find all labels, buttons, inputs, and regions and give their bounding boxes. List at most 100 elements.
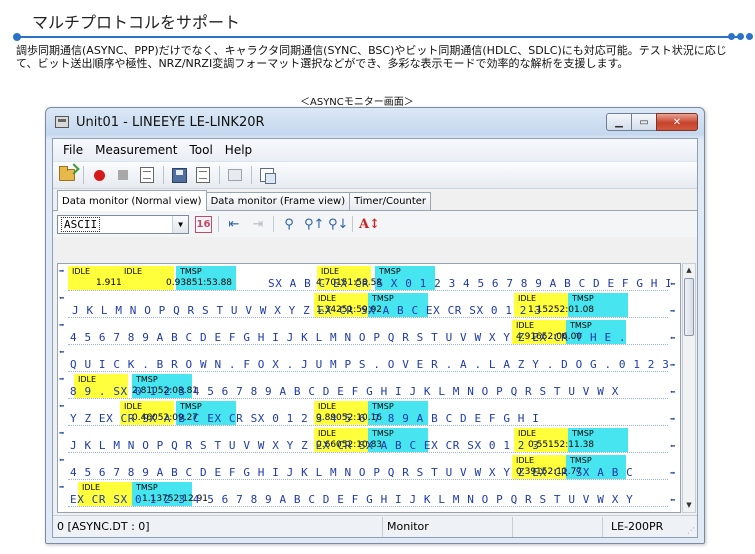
status-model: LE-200PR (611, 519, 664, 533)
toolbar-separator (251, 166, 252, 184)
monitor-row: IDLE TMSP 0.39152:11.77 ⬅ ➡ 4 5 6 7 8 9 A B C… (58, 455, 680, 482)
row-separator (68, 290, 668, 291)
section-title: マルチプロトコルをサポート (32, 13, 241, 32)
monitor-row: IDLE TMSP IDLE TMSP 0.66052:10.83 0.55152:11.… (58, 428, 680, 455)
timing-value: 1.911 (96, 278, 122, 288)
monitor-data-text: 8 9 . SX 0 1 2 3 4 5 6 7 8 9 A B C D E F… (70, 386, 619, 398)
line-end-arrow-icon: ⬅ (670, 388, 676, 398)
menu-measurement[interactable]: Measurement (89, 143, 183, 157)
scroll-thumb[interactable] (684, 278, 694, 336)
heading-rule (16, 36, 738, 38)
row-separator (68, 398, 668, 399)
menu-tool[interactable]: Tool (183, 143, 218, 157)
mark-label: IDLE (78, 375, 97, 384)
grey-window-icon[interactable] (225, 165, 245, 185)
menu-bar: File Measurement Tool Help (53, 139, 697, 161)
mark-label: IDLE (124, 267, 143, 276)
row-separator (68, 452, 668, 453)
line-end-arrow-icon: ➡ (670, 307, 676, 317)
maximize-button[interactable]: ▭ (631, 113, 657, 131)
display-format-select[interactable]: ASCII ▼ (57, 214, 189, 234)
monitor-row: IDLE TMSP 1.13752:12.91 ➡ ⬅ EX CR SX 0 1 2 3 … (58, 482, 680, 509)
client-area: File Measurement Tool Help Data monitor … (52, 138, 698, 538)
line-split-icon[interactable]: ⇤ (225, 217, 243, 232)
status-channel: 0 [ASYNC.DT : 0] (53, 516, 383, 537)
font-size-button[interactable]: A↕ (359, 217, 380, 232)
monitor-data-text: J K L M N O P Q R S T U V W X Y Z EX CR … (70, 440, 540, 452)
toolbar-separator (352, 216, 353, 232)
monitor-data-text: Y Z EX CR SX A B C EX CR SX 0 1 2 3 4 5 … (70, 413, 540, 425)
heading-rule-end-dots (728, 33, 753, 40)
section-heading: マルチプロトコルをサポート (13, 6, 753, 44)
line-end-arrow-icon: ⬅ (670, 442, 676, 452)
monitor-data-text: 4 5 6 7 8 9 A B C D E F G H I J K L M N … (70, 332, 627, 344)
monitor-row: IDLE TMSP IDLE TMSP 0.46052:09.27 0.89052:10.… (58, 401, 680, 428)
line-start-arrow-icon: ⬅ (59, 402, 65, 412)
monitor-data-text: J K L M N O P Q R S T U V W X Y Z EX CR … (72, 305, 542, 317)
menu-file[interactable]: File (57, 143, 89, 157)
tab-data-monitor-frame[interactable]: Data monitor (Frame view) (205, 192, 351, 210)
timing-value: 0.93851:53.88 (166, 278, 233, 288)
main-toolbar (53, 161, 697, 189)
stop-icon[interactable] (113, 165, 133, 185)
monitor-row: IDLE IDLE TMSP IDLE TMSP 1.911 0.93851:53.88 4.… (58, 266, 680, 293)
line-end-arrow-icon: ⬅ (670, 334, 676, 344)
monitor-row: IDLE TMSP 4.91652:06.00 ➡ ⬅ 4 5 6 7 8 9 A B C… (58, 320, 680, 347)
search-down-icon[interactable]: ⚲↓ (328, 217, 348, 232)
line-start-arrow-icon: ⬅ (59, 294, 65, 304)
line-end-arrow-icon: ➡ (670, 469, 676, 479)
monitor-row: IDLE TMSP 2.81052:08.81 ➡ ⬅ 8 9 . SX 0 1 2 3 … (58, 374, 680, 401)
minimize-button[interactable]: ▁ (606, 113, 632, 131)
row-separator (68, 425, 668, 426)
toolbar-separator (83, 166, 84, 184)
data-monitor-pane[interactable]: IDLE IDLE TMSP IDLE TMSP 1.911 0.93851:53.88 4.… (57, 263, 681, 513)
monitor-data-text: EX CR SX 0 1 2 3 4 5 6 7 8 9 A B C D E F… (70, 494, 634, 506)
line-end-arrow-icon: ➡ (670, 415, 676, 425)
record-icon[interactable] (89, 165, 109, 185)
chevron-down-icon[interactable]: ▼ (172, 215, 188, 233)
status-empty (513, 516, 603, 537)
search-up-icon[interactable]: ⚲↑ (304, 217, 324, 232)
monitor-data-text: 4 5 6 7 8 9 A B C D E F G H I J K L M N … (70, 467, 634, 479)
window-title: Unit01 - LINEEYE LE-LINK20R (76, 115, 265, 130)
title-bar[interactable]: Unit01 - LINEEYE LE-LINK20R ▁ ▭ ✕ (46, 108, 704, 138)
print-icon[interactable] (193, 165, 213, 185)
app-icon (55, 116, 69, 128)
line-start-arrow-icon: ⬅ (59, 456, 65, 466)
mark-label: TMSP (379, 267, 401, 276)
mark-label: IDLE (72, 267, 91, 276)
open-folder-icon[interactable] (57, 165, 77, 185)
line-start-arrow-icon: ➡ (59, 483, 65, 493)
copy-window-icon[interactable] (257, 165, 277, 185)
app-window: Unit01 - LINEEYE LE-LINK20R ▁ ▭ ✕ File M… (45, 107, 705, 544)
line-end-arrow-icon: ⬅ (670, 496, 676, 506)
monitor-row: IDLE TMSP IDLE TMSP 1.34251:59.92 1.15252:01.… (58, 293, 680, 320)
monitor-data-text: SX A B C EX CR S X 0 1 2 3 4 5 6 7 8 9 A… (268, 278, 670, 290)
description-text: 調歩同期通信(ASYNC、PPP)だけでなく、キャラクタ同期通信(SYNC、BS… (16, 44, 727, 70)
line-start-arrow-icon: ➡ (59, 375, 65, 385)
scroll-up-arrow-icon[interactable]: ▲ (683, 264, 695, 277)
status-mode: Monitor (383, 516, 513, 537)
document-icon[interactable] (137, 165, 157, 185)
display-format-value: ASCII (61, 216, 101, 232)
monitor-row: ⬅ ➡ Q U I C K . B R O W N . F O X . J U M … (58, 347, 680, 374)
resize-grip-icon[interactable]: ⋰ (687, 526, 695, 535)
hex-display-button[interactable]: 16 (195, 215, 212, 233)
line-join-icon[interactable]: ⇥ (249, 217, 267, 232)
row-separator (68, 479, 668, 480)
save-disk-icon[interactable] (169, 165, 189, 185)
line-end-arrow-icon: ⬅ (670, 280, 676, 290)
tab-timer-counter[interactable]: Timer/Counter (349, 192, 432, 210)
line-start-arrow-icon: ⬅ (59, 348, 65, 358)
toolbar-separator (219, 166, 220, 184)
tab-data-monitor-normal[interactable]: Data monitor (Normal view) (57, 190, 207, 211)
vertical-scrollbar[interactable]: ▲ ▼ (682, 263, 696, 513)
search-icon[interactable]: ⚲ (280, 217, 298, 232)
mark-label: IDLE (82, 483, 101, 492)
close-button[interactable]: ✕ (656, 113, 698, 131)
row-separator (68, 371, 668, 372)
line-start-arrow-icon: ➡ (59, 267, 65, 277)
row-separator (68, 344, 668, 345)
scroll-down-arrow-icon[interactable]: ▼ (683, 499, 695, 512)
menu-help[interactable]: Help (219, 143, 258, 157)
